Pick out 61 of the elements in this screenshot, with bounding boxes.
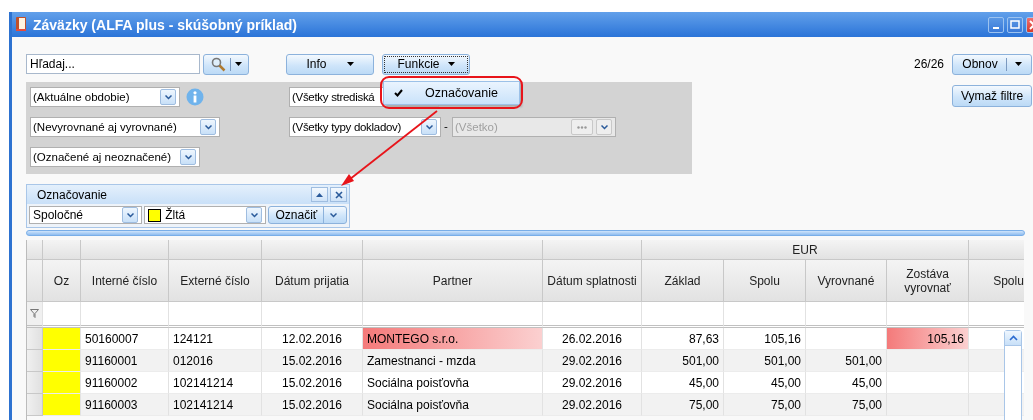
mark-button[interactable]: Označiť: [268, 206, 347, 224]
table-cell: MONTEGO s.r.o.: [363, 328, 543, 350]
table-cell: 15.02.2016: [262, 372, 363, 394]
table-cell: 501,00: [724, 350, 806, 372]
table-cell: 102141214: [169, 394, 262, 416]
window-title: Záväzky (ALFA plus - skúšobný príklad): [33, 16, 297, 33]
table-cell: 75,00: [724, 394, 806, 416]
table-cell: 012016: [169, 350, 262, 372]
table-cell: 45,00: [806, 372, 887, 394]
filter-dropdown[interactable]: (Aktuálne obdobie): [30, 87, 180, 107]
column-header[interactable]: Vyrovnané: [806, 260, 887, 302]
filter-dropdown[interactable]: (Označené aj neoznačené): [30, 147, 200, 167]
table-cell: 75,00: [642, 394, 724, 416]
table-cell: 91160001: [81, 350, 169, 372]
column-header[interactable]: Externé číslo: [169, 260, 262, 302]
table-cell: 26.02.2016: [543, 328, 642, 350]
table-cell: 15.02.2016: [262, 350, 363, 372]
record-count: 26/26: [913, 57, 944, 71]
table-cell: 105,16: [724, 328, 806, 350]
table-cell: 45,00: [642, 372, 724, 394]
table-cell: 29.02.2016: [543, 394, 642, 416]
table-cell: 87,63: [642, 328, 724, 350]
clear-filters-button[interactable]: Vymaž filtre: [952, 85, 1032, 107]
table-cell: 45,00: [724, 372, 806, 394]
column-header[interactable]: Interné číslo: [81, 260, 169, 302]
filter-dropdown[interactable]: (Nevyrovnané aj vyrovnané): [30, 117, 220, 137]
table-cell: 91160003: [81, 394, 169, 416]
column-header[interactable]: Partner: [363, 260, 543, 302]
column-header[interactable]: Dátum splatnosti: [543, 260, 642, 302]
table-cell: 15.02.2016: [262, 394, 363, 416]
column-group-header: EUR: [642, 240, 969, 260]
panel-title: Označovanie: [37, 187, 109, 202]
functions-button[interactable]: Funkcie: [382, 53, 470, 75]
scope-dropdown[interactable]: Spoločné: [29, 206, 143, 224]
filter-dropdown[interactable]: (Všetky typy dokladov): [289, 117, 441, 137]
table-cell: 501,00: [806, 350, 887, 372]
table-cell: 91160002: [81, 372, 169, 394]
refresh-button[interactable]: Obnov: [952, 53, 1032, 75]
table-cell: 124121: [169, 328, 262, 350]
table-cell: Sociálna poisťovňa: [363, 372, 543, 394]
info-button[interactable]: Info: [286, 53, 374, 75]
table-cell: 29.02.2016: [543, 372, 642, 394]
table-cell: 75,00: [806, 394, 887, 416]
column-header[interactable]: Spolu: [969, 260, 1024, 302]
table-cell: 29.02.2016: [543, 350, 642, 372]
table-cell: Sociálna poisťovňa: [363, 394, 543, 416]
column-header[interactable]: Základ: [642, 260, 724, 302]
table-cell: 12.02.2016: [262, 328, 363, 350]
table-cell: 105,16: [887, 328, 969, 350]
range-separator: -: [444, 120, 448, 132]
column-header[interactable]: Zostáva vyrovnať: [887, 260, 969, 302]
color-dropdown[interactable]: Žltá: [144, 206, 267, 224]
table-cell: 50160007: [81, 328, 169, 350]
column-header[interactable]: Spolu: [724, 260, 806, 302]
table-cell: 102141214: [169, 372, 262, 394]
column-header[interactable]: Oz: [43, 260, 81, 302]
menu-item[interactable]: Označovanie: [384, 82, 519, 104]
search-field[interactable]: Hľadaj...: [26, 54, 200, 74]
table-cell: Zamestnanci - mzda: [363, 350, 543, 372]
column-header[interactable]: Dátum prijatia: [262, 260, 363, 302]
table-cell: 501,00: [642, 350, 724, 372]
